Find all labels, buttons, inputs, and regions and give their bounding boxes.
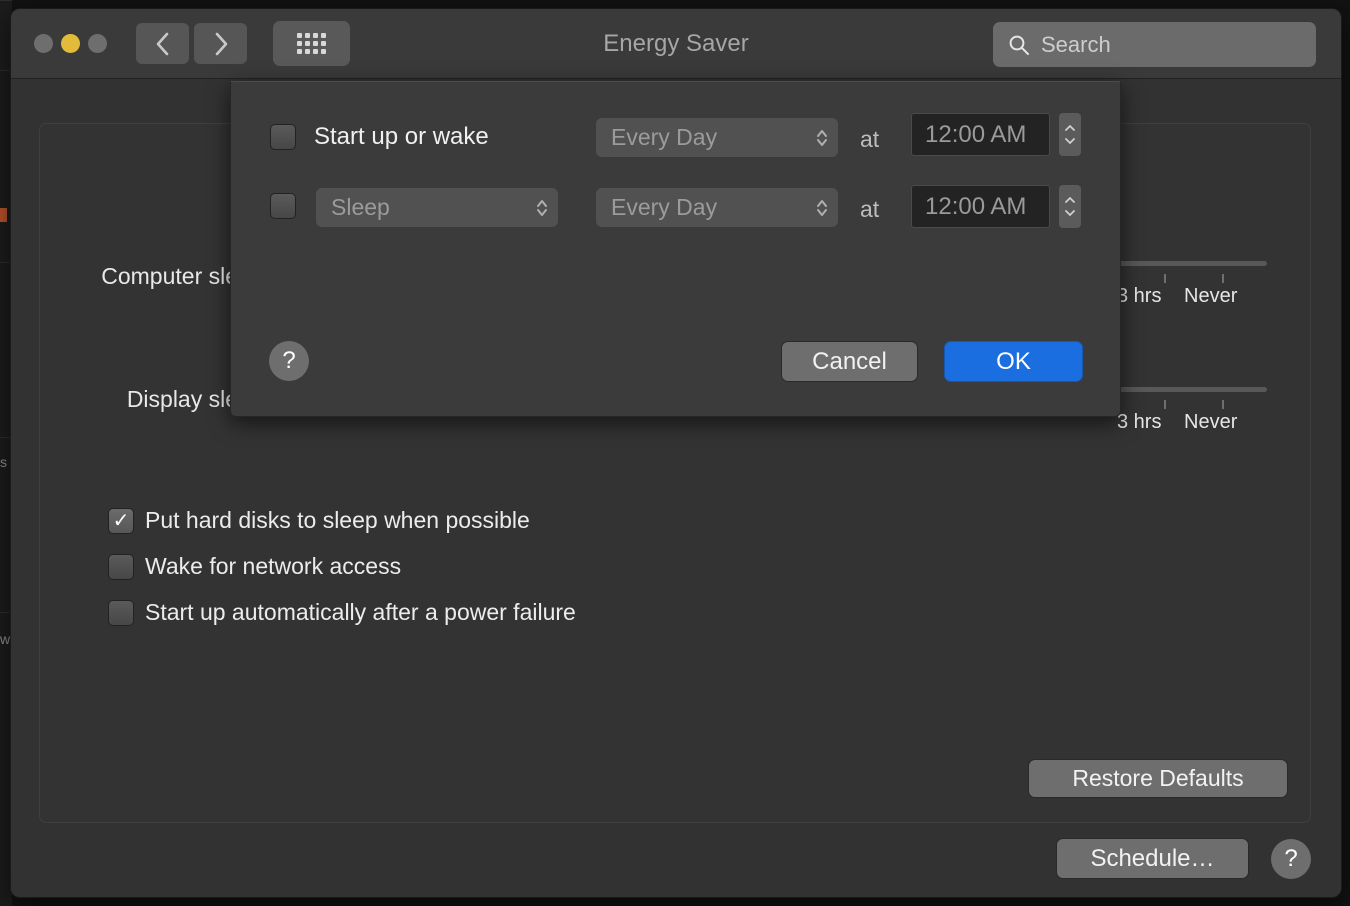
sleep-at-label: at <box>860 196 879 223</box>
close-button[interactable] <box>34 34 53 53</box>
search-field[interactable]: Search <box>993 22 1316 67</box>
chevron-updown-icon <box>815 126 829 150</box>
computer-sleep-tick-never: Never <box>1184 285 1237 308</box>
display-sleep-slider[interactable] <box>1106 387 1267 392</box>
slider-tick <box>1222 274 1224 283</box>
schedule-row-sleep <box>270 193 296 219</box>
forward-chevron-icon <box>213 31 229 57</box>
computer-sleep-tick-3hrs: 3 hrs <box>1117 285 1161 308</box>
slider-tick <box>1164 400 1166 409</box>
checkbox-wake-for-network-access[interactable]: Wake for network access <box>108 553 401 580</box>
stepper-down-icon[interactable] <box>1064 137 1076 145</box>
show-all-button[interactable] <box>273 21 350 66</box>
checkbox-box[interactable] <box>108 600 134 626</box>
stepper-down-icon[interactable] <box>1064 209 1076 217</box>
stepper-up-icon[interactable] <box>1064 124 1076 132</box>
checkbox-box[interactable] <box>108 554 134 580</box>
startup-time-field[interactable]: 12:00 AM <box>911 113 1050 156</box>
schedule-button[interactable]: Schedule… <box>1056 838 1249 879</box>
chevron-updown-icon <box>535 196 549 220</box>
grid-icon <box>297 33 326 54</box>
checkbox-put-hard-disks-to-sleep[interactable]: ✓ Put hard disks to sleep when possible <box>108 507 530 534</box>
schedule-row-startup: Start up or wake <box>270 123 489 151</box>
checkbox-start-up-after-power-failure[interactable]: Start up automatically after a power fai… <box>108 599 576 626</box>
back-chevron-icon <box>155 31 171 57</box>
schedule-sheet-dialog: Start up or wake Every Day at 12:00 AM <box>230 81 1121 417</box>
sleep-checkbox[interactable] <box>270 193 296 219</box>
search-placeholder: Search <box>1041 32 1111 58</box>
cancel-button[interactable]: Cancel <box>781 341 918 382</box>
ok-button[interactable]: OK <box>944 341 1083 382</box>
screen: s w <box>0 0 1350 906</box>
checkbox-label: Wake for network access <box>145 553 401 580</box>
forward-button[interactable] <box>194 23 247 64</box>
search-icon <box>1007 33 1031 57</box>
sleep-action-popup[interactable]: Sleep <box>316 188 558 227</box>
sleep-time-field[interactable]: 12:00 AM <box>911 185 1050 228</box>
minimize-button[interactable] <box>61 34 80 53</box>
sleep-day-value: Every Day <box>611 194 717 221</box>
background-divider <box>0 0 12 1</box>
help-button[interactable]: ? <box>1271 839 1311 879</box>
sleep-day-popup[interactable]: Every Day <box>596 188 838 227</box>
checkmark-icon: ✓ <box>113 511 130 531</box>
computer-sleep-slider[interactable] <box>1106 261 1267 266</box>
zoom-button[interactable] <box>88 34 107 53</box>
startup-checkbox[interactable] <box>270 124 296 150</box>
display-sleep-tick-never: Never <box>1184 411 1237 434</box>
restore-defaults-button[interactable]: Restore Defaults <box>1028 759 1288 798</box>
sleep-action-value: Sleep <box>331 194 390 221</box>
display-sleep-tick-3hrs: 3 hrs <box>1117 411 1161 434</box>
slider-tick <box>1222 400 1224 409</box>
startup-day-value: Every Day <box>611 124 717 151</box>
sleep-time-stepper[interactable] <box>1059 185 1081 228</box>
sheet-help-button[interactable]: ? <box>269 341 309 381</box>
slider-tick <box>1164 274 1166 283</box>
back-button[interactable] <box>136 23 189 64</box>
chevron-updown-icon <box>815 196 829 220</box>
checkbox-box[interactable]: ✓ <box>108 508 134 534</box>
window-bottom-bar: Schedule… ? <box>11 823 1341 898</box>
background-accent-mark <box>0 208 7 222</box>
startup-day-popup[interactable]: Every Day <box>596 118 838 157</box>
sleep-time-value: 12:00 AM <box>925 193 1026 221</box>
checkbox-label: Start up automatically after a power fai… <box>145 599 576 626</box>
stepper-up-icon[interactable] <box>1064 196 1076 204</box>
startup-time-stepper[interactable] <box>1059 113 1081 156</box>
traffic-lights <box>34 34 107 53</box>
window-toolbar: Energy Saver Search <box>11 9 1341 79</box>
startup-time-value: 12:00 AM <box>925 121 1026 149</box>
startup-label: Start up or wake <box>314 123 489 151</box>
checkbox-label: Put hard disks to sleep when possible <box>145 507 530 534</box>
startup-at-label: at <box>860 126 879 153</box>
navigation-buttons <box>136 23 247 64</box>
